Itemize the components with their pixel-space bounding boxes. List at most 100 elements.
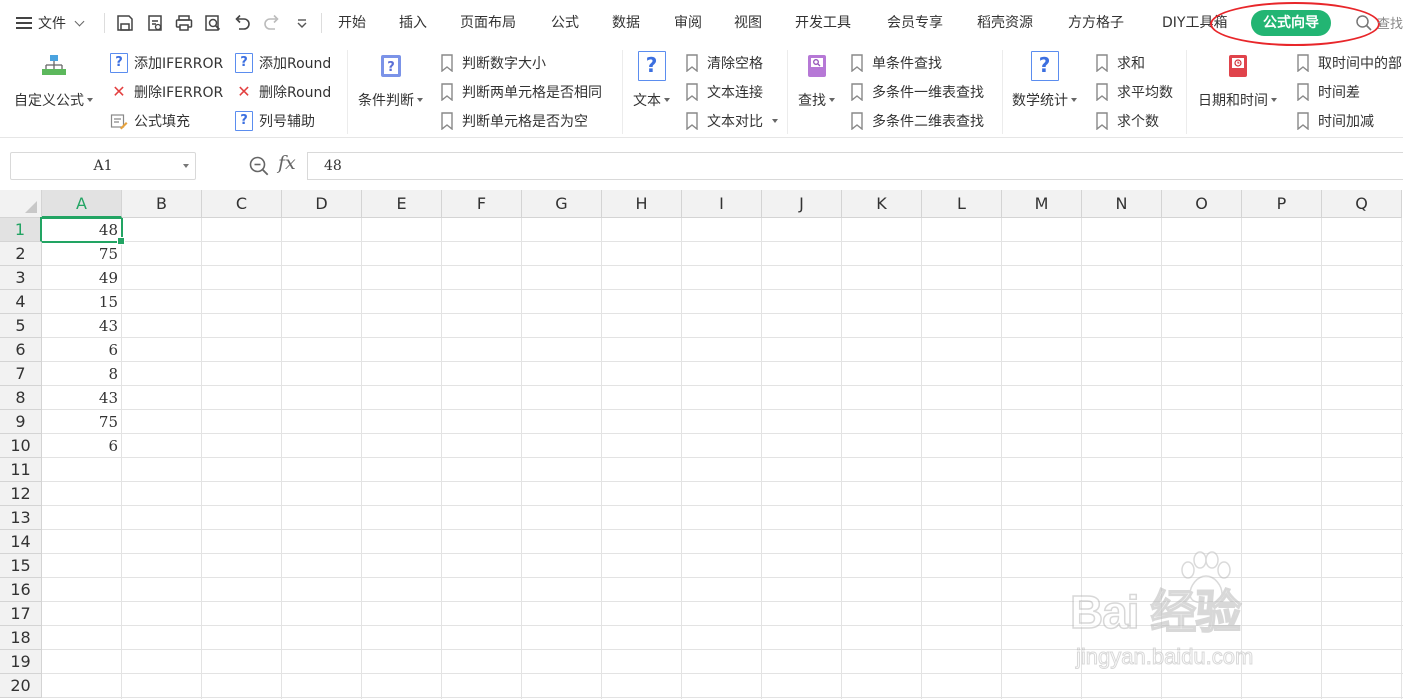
row-header-18[interactable]: 18: [0, 626, 42, 650]
cell-area[interactable]: 48 75 49 15 43 6 8 43 75 6: [42, 218, 1403, 699]
clear-spaces-button[interactable]: 清除空格: [683, 52, 763, 74]
tab-member[interactable]: 会员专享: [887, 13, 943, 33]
column-header-m[interactable]: M: [1002, 190, 1082, 218]
average-button[interactable]: 求平均数: [1093, 81, 1173, 103]
row-header-16[interactable]: 16: [0, 578, 42, 602]
text-compare-button[interactable]: 文本对比: [683, 110, 778, 132]
cell-a2[interactable]: 75: [42, 242, 122, 266]
column-helper-button[interactable]: ? 列号辅助: [235, 110, 315, 132]
lookup-button[interactable]: 查找: [798, 52, 835, 110]
row-header-17[interactable]: 17: [0, 602, 42, 626]
cell-a7[interactable]: 8: [42, 362, 122, 386]
tab-formulas[interactable]: 公式: [551, 13, 579, 33]
cell-a1[interactable]: 48: [42, 218, 122, 242]
insert-function-button[interactable]: fx: [278, 152, 296, 174]
tab-page-layout[interactable]: 页面布局: [460, 13, 516, 33]
add-iferror-button[interactable]: ? 添加IFERROR: [110, 52, 223, 74]
tab-home[interactable]: 开始: [338, 13, 366, 33]
cell-a8[interactable]: 43: [42, 386, 122, 410]
cell-a9[interactable]: 75: [42, 410, 122, 434]
export-pdf-icon[interactable]: [144, 12, 166, 34]
row-header-3[interactable]: 3: [0, 266, 42, 290]
row-header-4[interactable]: 4: [0, 290, 42, 314]
formula-input[interactable]: 48: [307, 152, 1403, 180]
zoom-formula-icon[interactable]: [248, 155, 270, 177]
column-header-d[interactable]: D: [282, 190, 362, 218]
cell-a3[interactable]: 49: [42, 266, 122, 290]
name-box[interactable]: A1: [10, 152, 196, 180]
column-header-g[interactable]: G: [522, 190, 602, 218]
column-header-a[interactable]: A: [42, 190, 122, 218]
time-difference-button[interactable]: 时间差: [1294, 81, 1360, 103]
customize-toolbar-icon[interactable]: [291, 12, 313, 34]
math-stats-button[interactable]: ? 数学统计: [1012, 51, 1077, 110]
column-header-o[interactable]: O: [1162, 190, 1242, 218]
sum-button[interactable]: 求和: [1093, 52, 1145, 74]
count-button[interactable]: 求个数: [1093, 110, 1159, 132]
multi-condition-2d-lookup-button[interactable]: 多条件二维表查找: [848, 110, 984, 132]
column-header-c[interactable]: C: [202, 190, 282, 218]
row-header-15[interactable]: 15: [0, 554, 42, 578]
tab-docer-resources[interactable]: 稻壳资源: [977, 13, 1033, 33]
search-button[interactable]: 查找: [1355, 13, 1403, 32]
row-header-20[interactable]: 20: [0, 674, 42, 698]
tab-fangfang-gezi[interactable]: 方方格子: [1068, 13, 1124, 33]
tab-review[interactable]: 审阅: [674, 13, 702, 33]
custom-formula-button[interactable]: 自定义公式: [14, 52, 93, 110]
column-header-p[interactable]: P: [1242, 190, 1322, 218]
time-add-subtract-button[interactable]: 时间加减: [1294, 110, 1374, 132]
formula-fill-button[interactable]: 公式填充: [110, 110, 190, 132]
date-time-button[interactable]: 日期和时间: [1198, 52, 1277, 110]
column-header-n[interactable]: N: [1082, 190, 1162, 218]
row-header-14[interactable]: 14: [0, 530, 42, 554]
print-icon[interactable]: [173, 12, 195, 34]
row-header-8[interactable]: 8: [0, 386, 42, 410]
column-header-k[interactable]: K: [842, 190, 922, 218]
tab-view[interactable]: 视图: [734, 13, 762, 33]
judge-cell-empty-button[interactable]: 判断单元格是否为空: [438, 110, 588, 132]
row-header-11[interactable]: 11: [0, 458, 42, 482]
row-header-9[interactable]: 9: [0, 410, 42, 434]
cell-a10[interactable]: 6: [42, 434, 122, 458]
tab-data[interactable]: 数据: [612, 13, 640, 33]
text-button[interactable]: ? 文本: [633, 51, 670, 110]
row-header-5[interactable]: 5: [0, 314, 42, 338]
column-header-f[interactable]: F: [442, 190, 522, 218]
row-header-13[interactable]: 13: [0, 506, 42, 530]
row-header-7[interactable]: 7: [0, 362, 42, 386]
column-header-e[interactable]: E: [362, 190, 442, 218]
row-header-10[interactable]: 10: [0, 434, 42, 458]
undo-icon[interactable]: [231, 12, 253, 34]
column-header-j[interactable]: J: [762, 190, 842, 218]
column-header-i[interactable]: I: [682, 190, 762, 218]
select-all-button[interactable]: [0, 190, 42, 218]
judge-number-size-button[interactable]: 判断数字大小: [438, 52, 546, 74]
add-round-button[interactable]: ? 添加Round: [235, 52, 331, 74]
delete-iferror-button[interactable]: ✕ 删除IFERROR: [110, 81, 223, 103]
judge-cells-same-button[interactable]: 判断两单元格是否相同: [438, 81, 602, 103]
row-header-2[interactable]: 2: [0, 242, 42, 266]
row-header-12[interactable]: 12: [0, 482, 42, 506]
print-preview-icon[interactable]: [202, 12, 224, 34]
file-menu[interactable]: 文件: [16, 11, 85, 35]
redo-icon[interactable]: [261, 12, 283, 34]
cell-a6[interactable]: 6: [42, 338, 122, 362]
row-header-6[interactable]: 6: [0, 338, 42, 362]
column-header-l[interactable]: L: [922, 190, 1002, 218]
row-header-1[interactable]: 1: [0, 218, 42, 242]
condition-judge-button[interactable]: ? 条件判断: [358, 52, 423, 110]
column-header-h[interactable]: H: [602, 190, 682, 218]
column-header-q[interactable]: Q: [1322, 190, 1402, 218]
row-header-19[interactable]: 19: [0, 650, 42, 674]
extract-time-part-button[interactable]: 取时间中的部: [1294, 52, 1402, 74]
delete-round-button[interactable]: ✕ 删除Round: [235, 81, 331, 103]
single-condition-lookup-button[interactable]: 单条件查找: [848, 52, 942, 74]
save-icon[interactable]: [114, 12, 136, 34]
cell-a5[interactable]: 43: [42, 314, 122, 338]
tab-developer[interactable]: 开发工具: [795, 13, 851, 33]
column-header-b[interactable]: B: [122, 190, 202, 218]
cell-a4[interactable]: 15: [42, 290, 122, 314]
text-concat-button[interactable]: 文本连接: [683, 81, 763, 103]
multi-condition-1d-lookup-button[interactable]: 多条件一维表查找: [848, 81, 984, 103]
tab-insert[interactable]: 插入: [399, 13, 427, 33]
